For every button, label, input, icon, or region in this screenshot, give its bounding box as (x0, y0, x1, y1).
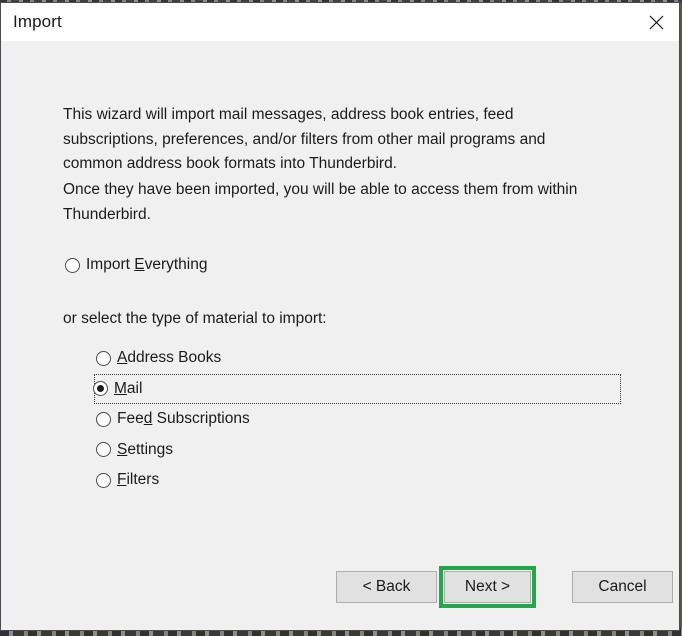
dialog-titlebar: Import (1, 3, 679, 41)
accelerator-letter: A (117, 349, 128, 367)
close-button[interactable] (633, 3, 679, 41)
radio-import-everything[interactable]: Import Everything (65, 256, 207, 274)
radio-indicator-mail (93, 381, 108, 397)
radio-indicator-settings (96, 442, 111, 458)
radio-indicator-filters (96, 472, 111, 488)
cancel-button[interactable]: Cancel (572, 571, 673, 603)
radio-feed-subscriptions[interactable]: Feed Subscriptions (95, 404, 621, 435)
wizard-description-paragraph-2: Once they have been imported, you will b… (63, 181, 578, 223)
material-type-radio-group: Address Books Mail Feed Subscriptions Se… (93, 343, 621, 496)
radio-label-settings: Settings (117, 440, 174, 458)
select-material-type-label: or select the type of material to import… (63, 310, 327, 327)
accelerator-letter: E (134, 256, 145, 273)
dialog-body: This wizard will import mail messages, a… (1, 41, 679, 630)
accelerator-letter: S (117, 440, 128, 458)
radio-label-mail: Mail (114, 379, 143, 397)
radio-label-feed-subscriptions: Feed Subscriptions (117, 410, 250, 428)
import-dialog: Import This wizard will import mail mess… (0, 2, 680, 631)
radio-indicator-import-everything (65, 257, 80, 273)
close-icon (649, 15, 664, 30)
radio-indicator-address-books (96, 350, 111, 366)
radio-settings[interactable]: Settings (95, 435, 621, 466)
wizard-description-paragraph-1: This wizard will import mail messages, a… (63, 106, 546, 172)
radio-indicator-feed-subscriptions (96, 411, 111, 427)
back-button[interactable]: < Back (336, 571, 437, 603)
radio-label-address-books: Address Books (117, 349, 222, 367)
radio-mail[interactable]: Mail (93, 373, 621, 404)
radio-label-import-everything: Import Everything (86, 256, 208, 273)
next-button[interactable]: Next > (444, 571, 531, 603)
radio-label-filters: Filters (117, 471, 160, 489)
accelerator-letter: M (114, 379, 127, 397)
radio-filters[interactable]: Filters (95, 465, 621, 496)
radio-address-books[interactable]: Address Books (95, 343, 621, 374)
dialog-footer: < Back Next > Cancel (1, 566, 679, 630)
dialog-title: Import (13, 12, 62, 31)
